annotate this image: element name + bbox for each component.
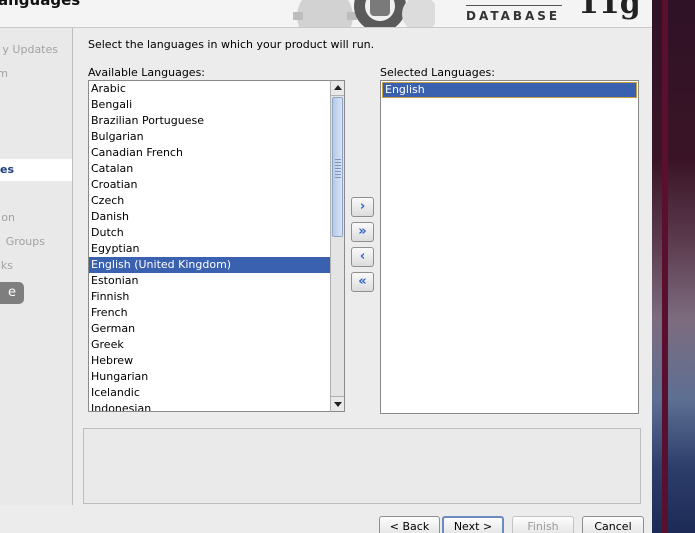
- available-language-item[interactable]: Canadian French: [89, 145, 331, 161]
- scroll-down-arrow-icon[interactable]: [331, 396, 344, 411]
- installer-window: anguages DATABASE 11g y Updates m es on …: [0, 0, 652, 533]
- sidebar-item-groups[interactable]: Groups: [0, 234, 45, 250]
- header-banner: anguages DATABASE 11g: [0, 0, 652, 28]
- available-language-item[interactable]: Croatian: [89, 177, 331, 193]
- sidebar-action-button[interactable]: e: [0, 282, 24, 304]
- available-language-item[interactable]: German: [89, 321, 331, 337]
- available-language-item[interactable]: Indonesian: [89, 401, 331, 411]
- available-language-item[interactable]: French: [89, 305, 331, 321]
- available-language-item[interactable]: Brazilian Portuguese: [89, 113, 331, 129]
- sidebar: y Updates m es on Groups ks e: [0, 28, 73, 505]
- database-label: DATABASE: [466, 9, 561, 23]
- sidebar-item-checks[interactable]: ks: [0, 258, 13, 274]
- available-language-item[interactable]: English (United Kingdom): [89, 257, 331, 273]
- available-language-item[interactable]: Arabic: [89, 81, 331, 97]
- available-language-item[interactable]: Estonian: [89, 273, 331, 289]
- available-language-item[interactable]: Icelandic: [89, 385, 331, 401]
- move-left-button[interactable]: ‹: [351, 247, 374, 267]
- message-panel: [83, 428, 641, 504]
- available-language-item[interactable]: Bengali: [89, 97, 331, 113]
- available-language-item[interactable]: Hungarian: [89, 369, 331, 385]
- cancel-button[interactable]: Cancel: [582, 516, 644, 533]
- page-title: anguages: [0, 0, 81, 9]
- sidebar-item-option[interactable]: m: [0, 66, 8, 82]
- available-list-scrollbar[interactable]: [330, 80, 345, 412]
- move-right-button[interactable]: ›: [351, 197, 374, 217]
- available-language-item[interactable]: Egyptian: [89, 241, 331, 257]
- available-languages-label: Available Languages:: [88, 66, 206, 79]
- move-all-right-button[interactable]: »: [351, 222, 374, 242]
- grip-icon: [335, 158, 341, 178]
- sidebar-item-location[interactable]: on: [0, 210, 15, 226]
- brand-rule: [466, 5, 562, 6]
- move-all-left-button[interactable]: «: [351, 272, 374, 292]
- available-language-item[interactable]: Danish: [89, 209, 331, 225]
- selected-language-item[interactable]: English: [382, 82, 637, 98]
- gear-icon: [293, 0, 435, 27]
- window-edge: [662, 0, 668, 533]
- available-language-item[interactable]: Hebrew: [89, 353, 331, 369]
- available-language-item[interactable]: Catalan: [89, 161, 331, 177]
- next-button[interactable]: Next >: [442, 516, 504, 533]
- available-language-item[interactable]: Finnish: [89, 289, 331, 305]
- scroll-thumb[interactable]: [332, 97, 343, 237]
- finish-button[interactable]: Finish: [512, 516, 574, 533]
- brand-logo: 11g: [578, 0, 641, 21]
- available-languages-list[interactable]: Arabic Bengali Brazilian Portuguese Bulgari…: [88, 80, 332, 412]
- desktop-background: [652, 0, 695, 533]
- selected-languages-label: Selected Languages:: [380, 66, 495, 79]
- available-language-item[interactable]: Bulgarian: [89, 129, 331, 145]
- available-language-item[interactable]: Czech: [89, 193, 331, 209]
- selected-languages-list[interactable]: English: [380, 80, 639, 414]
- scroll-up-arrow-icon[interactable]: [331, 81, 344, 96]
- back-button[interactable]: < Back: [379, 516, 440, 533]
- sidebar-item-languages[interactable]: es: [0, 159, 72, 181]
- available-language-item[interactable]: Greek: [89, 337, 331, 353]
- available-language-item[interactable]: Dutch: [89, 225, 331, 241]
- sidebar-item-updates[interactable]: y Updates: [0, 42, 58, 58]
- instruction-text: Select the languages in which your produ…: [88, 38, 375, 51]
